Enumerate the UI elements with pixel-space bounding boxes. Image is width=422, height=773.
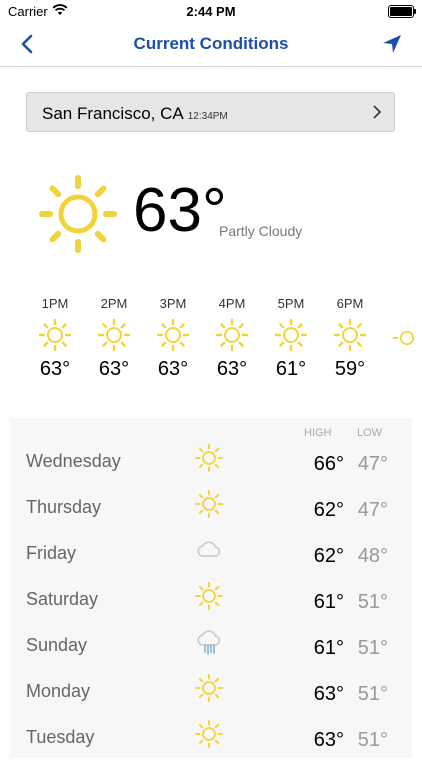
sun-icon bbox=[333, 318, 367, 352]
hour-time: 4PM bbox=[218, 296, 246, 311]
sun-icon bbox=[195, 720, 223, 748]
low-temperature: 48° bbox=[357, 545, 388, 567]
chevron-right-icon bbox=[373, 105, 382, 119]
status-time: 2:44 PM bbox=[186, 4, 236, 19]
hour-time: 1PM bbox=[41, 296, 69, 311]
hourly-item: 3PM 63° bbox=[148, 296, 198, 381]
sun-icon bbox=[39, 175, 117, 253]
day-name: Saturday bbox=[26, 589, 99, 609]
hour-time: 2PM bbox=[100, 296, 128, 311]
high-temperature: 62° bbox=[313, 545, 344, 567]
sun-icon bbox=[274, 318, 308, 352]
low-header: LOW bbox=[357, 427, 383, 439]
hour-temperature: 61° bbox=[275, 358, 307, 380]
location-arrow-icon[interactable] bbox=[380, 32, 404, 56]
hour-time: 6PM bbox=[336, 296, 364, 311]
day-name: Tuesday bbox=[26, 727, 95, 747]
daily-row: Tuesday 63° 51° bbox=[10, 720, 412, 773]
page-title: Current Conditions bbox=[133, 34, 289, 53]
high-temperature: 62° bbox=[313, 499, 344, 521]
current-condition: Partly Cloudy bbox=[219, 223, 303, 239]
hour-temperature: 63° bbox=[39, 358, 71, 380]
status-bar: Carrier 2:44 PM bbox=[0, 0, 422, 24]
location-name: San Francisco, CA bbox=[42, 104, 184, 123]
sun-icon bbox=[195, 674, 223, 702]
day-name: Sunday bbox=[26, 635, 88, 655]
hour-temperature: 63° bbox=[157, 358, 189, 380]
hour-time: 3PM bbox=[159, 296, 187, 311]
navigation-bar: Current Conditions bbox=[0, 24, 422, 67]
sun-icon bbox=[38, 318, 72, 352]
day-name: Friday bbox=[26, 543, 77, 563]
hour-temperature: 59° bbox=[334, 358, 366, 380]
sun-icon bbox=[97, 318, 131, 352]
hour-temperature: 63° bbox=[98, 358, 130, 380]
hourly-item: 4PM 63° bbox=[207, 296, 257, 381]
hour-temperature: 63° bbox=[216, 358, 248, 380]
low-temperature: 51° bbox=[357, 683, 388, 705]
hour-time: 5PM bbox=[277, 296, 305, 311]
daily-forecast: HIGH LOW Wednesday 66° 47° Thursday 62° … bbox=[10, 418, 412, 758]
high-temperature: 63° bbox=[313, 729, 344, 751]
sun-icon bbox=[195, 444, 223, 472]
sun-icon bbox=[195, 490, 223, 518]
hourly-item: 2PM 63° bbox=[89, 296, 139, 381]
day-name: Wednesday bbox=[26, 451, 121, 471]
location-label: San Francisco, CA 12:34PM bbox=[42, 104, 228, 124]
high-temperature: 61° bbox=[313, 591, 344, 613]
day-name: Monday bbox=[26, 681, 91, 701]
low-temperature: 51° bbox=[357, 637, 388, 659]
battery-icon bbox=[388, 5, 416, 18]
low-temperature: 47° bbox=[357, 453, 388, 475]
sun-icon bbox=[156, 318, 190, 352]
sun-icon bbox=[215, 318, 249, 352]
sun-icon bbox=[392, 330, 415, 346]
hourly-item: 1PM 63° bbox=[30, 296, 80, 381]
high-temperature: 61° bbox=[313, 637, 344, 659]
cloud-icon bbox=[197, 541, 221, 557]
sun-icon bbox=[195, 582, 223, 610]
low-temperature: 51° bbox=[357, 729, 388, 751]
hourly-item: 5PM 61° bbox=[266, 296, 316, 381]
location-selector[interactable]: San Francisco, CA 12:34PM bbox=[26, 92, 395, 132]
location-time: 12:34PM bbox=[187, 111, 228, 122]
high-temperature: 66° bbox=[313, 453, 344, 475]
day-name: Thursday bbox=[26, 497, 102, 517]
low-temperature: 47° bbox=[357, 499, 388, 521]
low-temperature: 51° bbox=[357, 591, 388, 613]
high-header: HIGH bbox=[304, 427, 332, 439]
current-temperature: 63° bbox=[133, 176, 227, 245]
rain-cloud-icon bbox=[197, 630, 221, 655]
high-temperature: 63° bbox=[313, 683, 344, 705]
hourly-item: 6PM 59° bbox=[325, 296, 375, 381]
